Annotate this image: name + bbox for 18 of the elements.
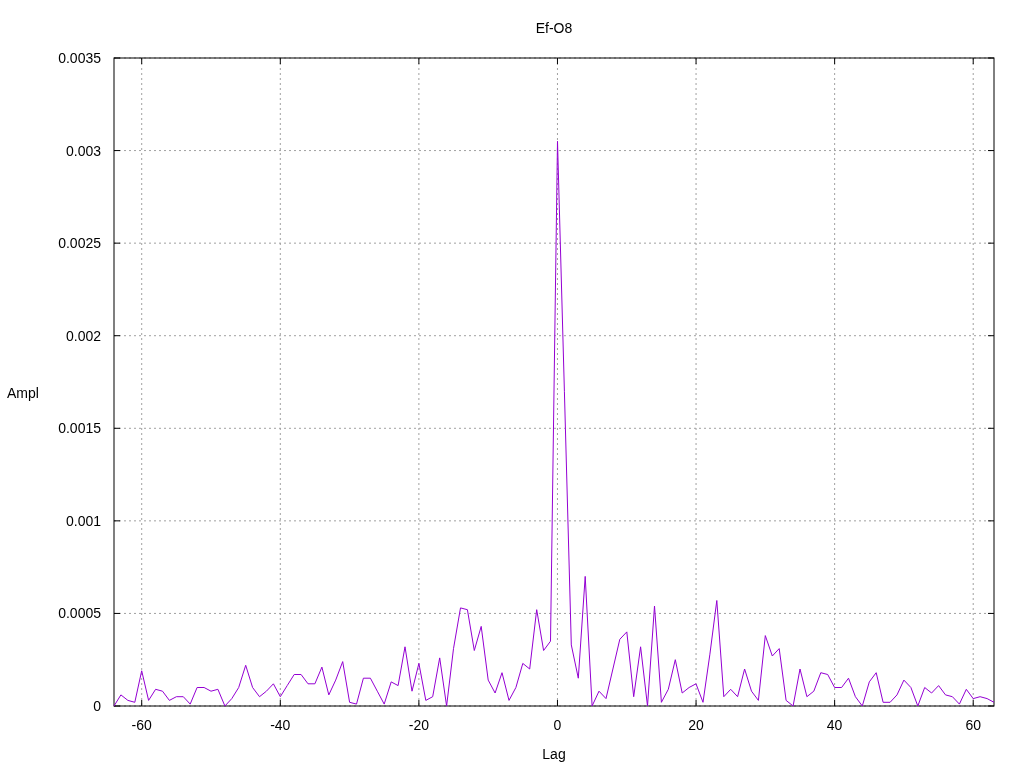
y-tick-label: 0 — [93, 698, 101, 714]
chart-title: Ef-O8 — [535, 20, 573, 36]
x-tick-label: -40 — [270, 717, 291, 733]
x-tick-label: -20 — [408, 717, 429, 733]
y-tick-label: 0.001 — [65, 512, 101, 529]
x-tick-label: 60 — [965, 717, 981, 733]
y-tick-label: 0.002 — [65, 327, 101, 344]
y-tick-label: 0.0025 — [58, 235, 101, 252]
x-tick-label: 20 — [688, 717, 704, 733]
x-tick-label: 40 — [826, 717, 843, 733]
y-tick-label: 0.0015 — [58, 420, 101, 437]
y-tick-label: 0.003 — [65, 142, 101, 159]
y-axis-label: Ampl — [7, 385, 39, 401]
y-tick-label: 0.0005 — [58, 605, 101, 622]
x-tick-label: -60 — [131, 717, 152, 733]
y-tick-label: 0.0035 — [58, 50, 101, 66]
x-axis-label: Lag — [542, 746, 566, 762]
x-tick-label: 0 — [553, 717, 562, 733]
